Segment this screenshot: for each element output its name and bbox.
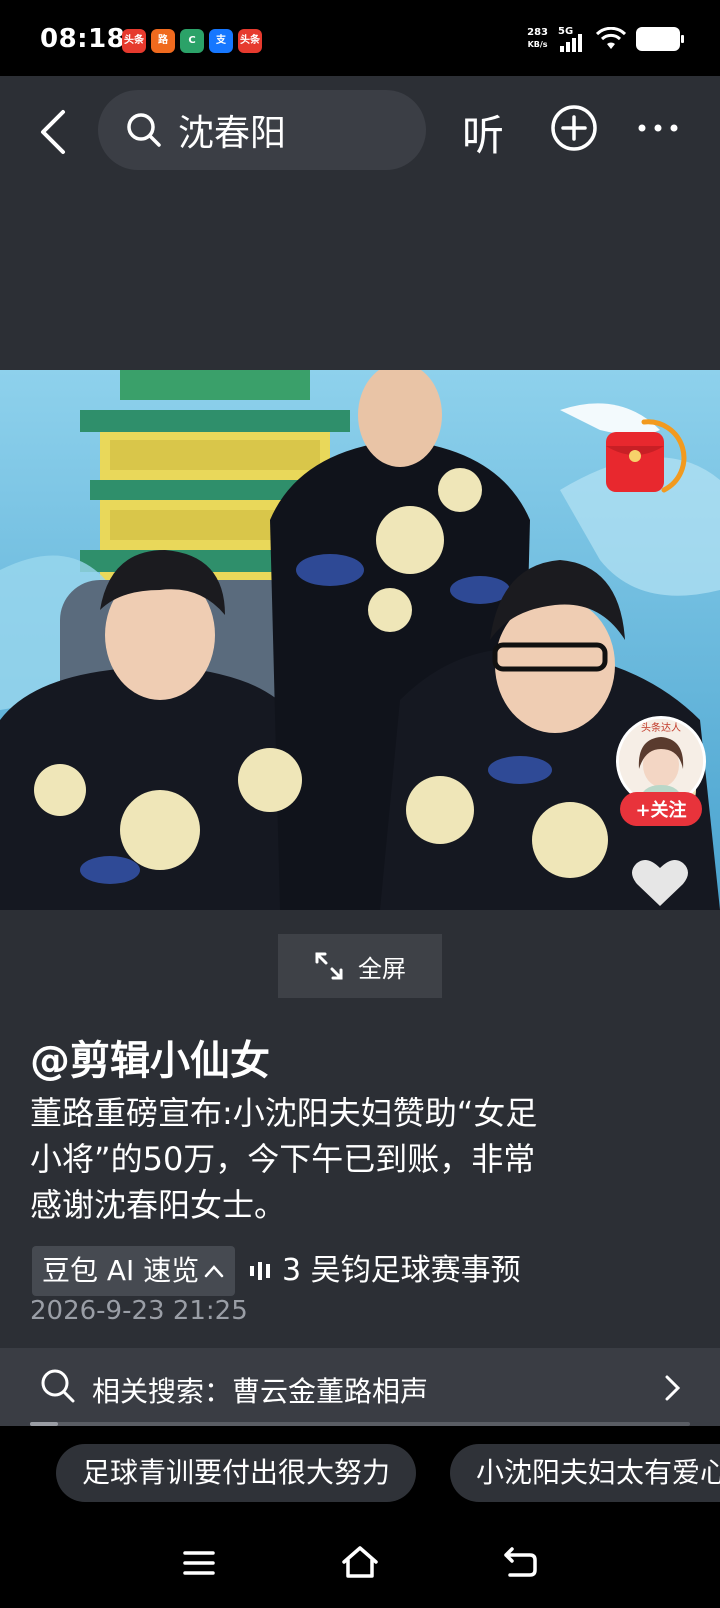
plus-circle-icon: [551, 105, 597, 151]
follow-button[interactable]: +关注: [620, 792, 702, 826]
top-bar: 沈春阳 听: [0, 76, 720, 370]
alipay-notification-icon: 支: [209, 29, 233, 53]
toutiao-notification-icon: 头条: [238, 29, 262, 53]
net-speed: 283 KB/s: [527, 27, 548, 51]
map-notification-icon: 路: [151, 29, 175, 53]
wifi-icon: [596, 27, 626, 49]
fullscreen-label: 全屏: [358, 954, 406, 983]
ai-summary-button[interactable]: 豆包 AI 速览: [32, 1246, 236, 1296]
expand-icon: [315, 952, 343, 980]
back-button[interactable]: [30, 104, 74, 160]
related-search-label: 相关搜索：曹云金董路相声: [92, 1375, 429, 1408]
battery-icon: [636, 27, 684, 51]
chevron-left-icon: [41, 110, 65, 154]
avatar: 头条达人: [619, 719, 703, 803]
red-packet-button[interactable]: [604, 418, 688, 506]
search-icon: [41, 1369, 75, 1403]
suggestion-chip[interactable]: 足球青训要付出很大努力: [56, 1444, 417, 1502]
avatar-badge-text: 头条达人: [641, 721, 681, 734]
back-nav-icon[interactable]: [502, 1546, 538, 1578]
heart-icon: [632, 859, 688, 906]
notification-icons: 头条 路 C 支 头条: [122, 29, 262, 53]
fullscreen-button[interactable]: 全屏: [278, 934, 442, 998]
menu-icon[interactable]: [182, 1548, 216, 1578]
author-name[interactable]: @剪辑小仙女: [30, 1028, 270, 1086]
signal-icon: 5G: [558, 26, 586, 52]
ai-ticker-text: 3 吴钧足球赛事预: [282, 1253, 521, 1288]
net-speed-value: 283: [527, 27, 548, 38]
status-time: 08:18: [40, 24, 126, 54]
ai-summary-label: 豆包 AI 速览: [42, 1254, 200, 1287]
system-nav-bar: [0, 1524, 720, 1608]
home-icon[interactable]: [340, 1544, 380, 1580]
app-notification-icon: C: [180, 29, 204, 53]
ai-summary-ticker[interactable]: 3 吴钧足球赛事预: [250, 1246, 560, 1296]
suggestion-chip[interactable]: 小沈阳夫妇太有爱心: [450, 1444, 720, 1502]
related-search-bar[interactable]: 相关搜索：曹云金董路相声: [0, 1348, 720, 1426]
post-description: 董路重磅宣布:小沈阳夫妇赞助“女足小将”的50万，今下午已到账，非常感谢沈春阳女…: [30, 1094, 538, 1224]
suggestion-chips: 足球青训要付出很大努力 小沈阳夫妇太有爱心: [0, 1426, 720, 1524]
search-query: 沈春阳: [178, 113, 287, 154]
red-packet-icon: [606, 419, 687, 493]
post-date: 2026-9-23 21:25: [30, 1296, 248, 1326]
audio-wave-icon: [250, 1262, 270, 1280]
net-speed-unit: KB/s: [527, 40, 548, 49]
search-input[interactable]: 沈春阳: [98, 90, 426, 170]
more-dots-icon: [638, 124, 678, 132]
toutiao-notification-icon: 头条: [122, 29, 146, 53]
post-content: 全屏 @剪辑小仙女 董路重磅宣布:小沈阳夫妇赞助“女足小将”的50万，今下午已到…: [0, 910, 720, 1348]
search-icon: [127, 113, 161, 147]
more-button[interactable]: [636, 104, 680, 156]
chevron-up-icon: [204, 1265, 224, 1278]
chevron-right-icon: [665, 1375, 681, 1401]
status-bar: 08:18 头条 路 C 支 头条 283 KB/s 5G: [0, 0, 720, 76]
add-button[interactable]: [550, 104, 598, 156]
listen-button[interactable]: 听: [462, 102, 504, 163]
